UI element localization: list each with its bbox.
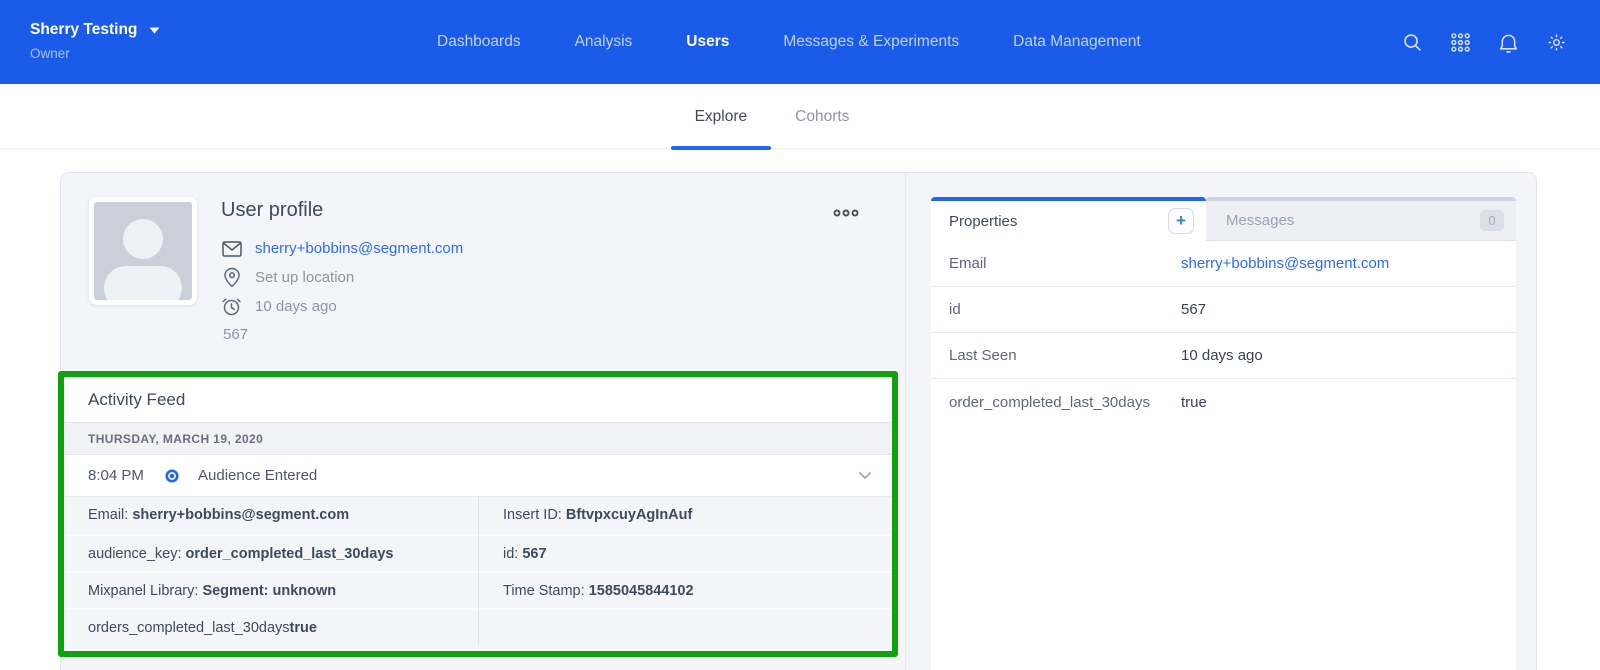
profile-title: User profile bbox=[221, 199, 463, 222]
property-key: Last Seen bbox=[931, 347, 1181, 364]
property-row: Last Seen 10 days ago bbox=[931, 333, 1516, 379]
property-value: 10 days ago bbox=[1181, 347, 1516, 364]
chevron-down-icon[interactable] bbox=[858, 471, 872, 480]
event-detail-cell: id: 567 bbox=[478, 534, 892, 571]
apps-grid-icon[interactable] bbox=[1449, 31, 1471, 53]
event-name: Audience Entered bbox=[198, 467, 858, 484]
notifications-bell-icon[interactable] bbox=[1497, 31, 1519, 53]
activity-event-row[interactable]: 8:04 PM Audience Entered bbox=[64, 455, 892, 497]
messages-count-badge: 0 bbox=[1480, 210, 1504, 231]
tab-messages-label: Messages bbox=[1226, 212, 1480, 229]
project-switcher[interactable]: Sherry Testing Owner bbox=[30, 21, 160, 61]
event-detail-cell: Time Stamp: 1585045844102 bbox=[478, 571, 892, 608]
nav-analysis[interactable]: Analysis bbox=[575, 33, 633, 51]
avatar-head-shape bbox=[123, 219, 163, 259]
property-key: id bbox=[931, 301, 1181, 318]
user-profile-section: User profile sherry+bobbins@segment.com bbox=[61, 173, 905, 347]
caret-down-icon bbox=[149, 27, 160, 34]
property-value: 567 bbox=[1181, 301, 1516, 318]
profile-last-seen: 10 days ago bbox=[255, 298, 337, 315]
user-role: Owner bbox=[30, 46, 160, 61]
event-detail-cell: Insert ID: BftvpxcuyAgInAuf bbox=[478, 497, 892, 534]
event-dot-icon bbox=[164, 468, 180, 484]
top-navigation-bar: Sherry Testing Owner Dashboards Analysis… bbox=[0, 0, 1600, 84]
tab-explore[interactable]: Explore bbox=[671, 84, 772, 149]
tab-explore-label: Explore bbox=[695, 108, 748, 126]
activity-feed-header: Activity Feed bbox=[64, 377, 892, 423]
property-row: Email sherry+bobbins@segment.com bbox=[931, 241, 1516, 287]
event-time: 8:04 PM bbox=[88, 467, 160, 484]
add-property-button[interactable]: + bbox=[1168, 208, 1194, 234]
nav-messages-experiments[interactable]: Messages & Experiments bbox=[783, 33, 959, 51]
nav-users[interactable]: Users bbox=[686, 33, 729, 51]
activity-feed-highlight: Activity Feed THURSDAY, MARCH 19, 2020 8… bbox=[58, 371, 898, 657]
tab-properties-label: Properties bbox=[949, 213, 1168, 230]
last-seen-clock-icon bbox=[221, 296, 242, 317]
activity-date-header: THURSDAY, MARCH 19, 2020 bbox=[64, 423, 892, 455]
project-name: Sherry Testing bbox=[30, 21, 137, 39]
settings-gear-icon[interactable] bbox=[1545, 31, 1567, 53]
search-icon[interactable] bbox=[1401, 31, 1423, 53]
main-nav: Dashboards Analysis Users Messages & Exp… bbox=[437, 0, 1141, 84]
profile-id: 567 bbox=[223, 326, 248, 343]
profile-email-link[interactable]: sherry+bobbins@segment.com bbox=[255, 240, 463, 257]
profile-location[interactable]: Set up location bbox=[255, 269, 354, 286]
nav-dashboards[interactable]: Dashboards bbox=[437, 33, 521, 51]
property-key: order_completed_last_30days bbox=[931, 394, 1181, 411]
property-row: order_completed_last_30days true bbox=[931, 379, 1516, 425]
property-value: true bbox=[1181, 394, 1516, 411]
property-row: id 567 bbox=[931, 287, 1516, 333]
activity-feed-title: Activity Feed bbox=[88, 390, 185, 409]
event-detail-cell: audience_key: order_completed_last_30day… bbox=[64, 534, 478, 571]
tab-cohorts-label: Cohorts bbox=[795, 108, 849, 126]
tab-cohorts[interactable]: Cohorts bbox=[771, 84, 873, 149]
page-tabs: Explore Cohorts bbox=[0, 84, 1600, 149]
event-detail-cell-empty bbox=[478, 608, 892, 645]
more-options-button[interactable] bbox=[829, 201, 863, 227]
tab-messages[interactable]: Messages 0 bbox=[1206, 197, 1516, 241]
property-value-email-link[interactable]: sherry+bobbins@segment.com bbox=[1181, 255, 1516, 272]
property-key: Email bbox=[931, 255, 1181, 272]
nav-data-management[interactable]: Data Management bbox=[1013, 33, 1141, 51]
active-tab-underline bbox=[671, 146, 772, 150]
user-detail-card: User profile sherry+bobbins@segment.com bbox=[60, 172, 1537, 670]
email-envelope-icon bbox=[221, 238, 242, 259]
event-detail-cell: Email: sherry+bobbins@segment.com bbox=[64, 497, 478, 534]
topbar-icon-group bbox=[1401, 0, 1567, 84]
avatar bbox=[89, 197, 197, 305]
tab-properties[interactable]: Properties + bbox=[931, 197, 1206, 241]
properties-tabs: Properties + Messages 0 bbox=[931, 197, 1516, 241]
profile-pane: User profile sherry+bobbins@segment.com bbox=[61, 173, 906, 670]
event-detail-cell: orders_completed_last_30daystrue bbox=[64, 608, 478, 645]
avatar-body-shape bbox=[104, 266, 182, 300]
properties-table: Email sherry+bobbins@segment.com id 567 … bbox=[931, 241, 1516, 670]
properties-pane: Properties + Messages 0 Email sherry+bob… bbox=[906, 173, 1536, 670]
event-details-grid: Email: sherry+bobbins@segment.com Insert… bbox=[64, 497, 892, 651]
event-detail-cell: Mixpanel Library: Segment: unknown bbox=[64, 571, 478, 608]
location-pin-icon bbox=[221, 267, 242, 288]
